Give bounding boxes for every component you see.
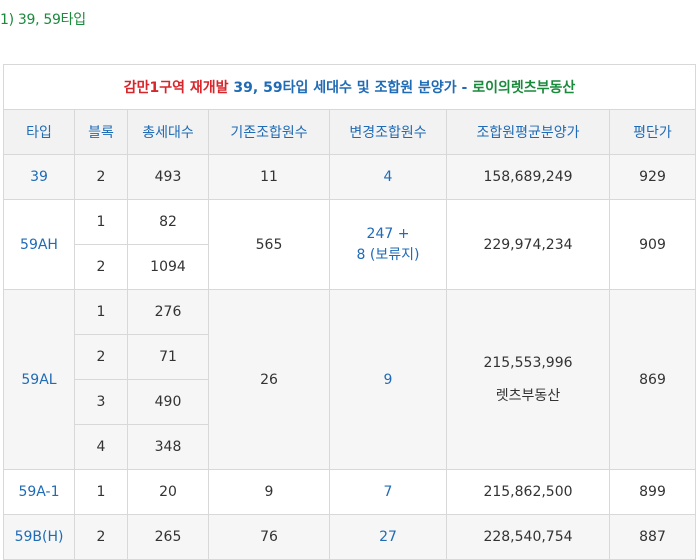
pyeong-price-cell: 869 [609, 289, 696, 470]
header-type: 타입 [3, 109, 75, 155]
block-cell: 2 [74, 154, 128, 200]
block-cell: 2 [74, 334, 128, 380]
orig-members-cell: 565 [208, 199, 330, 290]
changed-members-cell: 9 [329, 289, 447, 470]
type-cell: 59B(H) [3, 514, 75, 560]
pyeong-price-cell: 887 [609, 514, 696, 560]
header-pyeong-price: 평단가 [609, 109, 696, 155]
type-cell: 59AL [3, 289, 75, 470]
orig-members-cell: 76 [208, 514, 330, 560]
type-cell: 39 [3, 154, 75, 200]
block-cell: 1 [74, 199, 128, 245]
type-cell: 59AH [3, 199, 75, 290]
households-cell: 276 [127, 289, 209, 335]
changed-members-line-1: 247 + [366, 225, 410, 242]
header-orig-members: 기존조합원수 [208, 109, 330, 155]
pyeong-price-cell: 899 [609, 469, 696, 515]
households-cell: 348 [127, 424, 209, 470]
orig-members-cell: 26 [208, 289, 330, 470]
households-cell: 82 [127, 199, 209, 245]
price-table: 감만1구역 재개발 39, 59타입 세대수 및 조합원 분양가 - 로이의렛츠… [3, 64, 696, 560]
title-part-2: 39, 59타입 세대수 및 조합원 분양가 - [233, 80, 468, 96]
table-row: 59B(H) 2 265 76 27 228,540,754 887 [3, 514, 696, 560]
changed-members-line-2: 8 (보류지) [356, 246, 420, 263]
block-cell: 3 [74, 379, 128, 425]
type-cell: 59A-1 [3, 469, 75, 515]
avg-price-cell: 215,862,500 [446, 469, 610, 515]
avg-price-cell: 158,689,249 [446, 154, 610, 200]
table-row: 59A-1 1 20 9 7 215,862,500 899 [3, 469, 696, 515]
changed-members-cell: 4 [329, 154, 447, 200]
orig-members-cell: 9 [208, 469, 330, 515]
households-cell: 20 [127, 469, 209, 515]
header-households: 총세대수 [127, 109, 209, 155]
pyeong-price-cell: 909 [609, 199, 696, 290]
block-cell: 1 [74, 289, 128, 335]
households-cell: 490 [127, 379, 209, 425]
avg-price-cell: 229,974,234 [446, 199, 610, 290]
households-cell: 265 [127, 514, 209, 560]
avg-price-cell: 228,540,754 [446, 514, 610, 560]
changed-members-cell: 247 + 8 (보류지) [329, 199, 447, 290]
avg-price-value: 215,553,996 [483, 354, 573, 371]
header-avg-price: 조합원평균분양가 [446, 109, 610, 155]
pyeong-price-cell: 929 [609, 154, 696, 200]
table-title: 감만1구역 재개발 39, 59타입 세대수 및 조합원 분양가 - 로이의렛츠… [3, 64, 696, 110]
households-cell: 1094 [127, 244, 209, 290]
table-row: 59AH 1 82 565 247 + 8 (보류지) 229,974,234 … [3, 199, 696, 290]
households-cell: 71 [127, 334, 209, 380]
block-cell: 1 [74, 469, 128, 515]
orig-members-cell: 11 [208, 154, 330, 200]
changed-members-cell: 27 [329, 514, 447, 560]
avg-price-cell: 215,553,996 렛츠부동산 [446, 289, 610, 470]
households-cell: 493 [127, 154, 209, 200]
changed-members-cell: 7 [329, 469, 447, 515]
block-cell: 2 [74, 514, 128, 560]
watermark-text: 렛츠부동산 [495, 387, 561, 404]
title-part-3: 로이의렛츠부동산 [472, 80, 576, 96]
block-cell: 2 [74, 244, 128, 290]
section-heading: 1) 39, 59타입 [0, 12, 86, 28]
table-row: 59AL 1 276 26 9 215,553,996 렛츠부동산 869 [3, 289, 696, 470]
table-row: 39 2 493 11 4 158,689,249 929 [3, 154, 696, 200]
header-block: 블록 [74, 109, 128, 155]
header-row: 타입 블록 총세대수 기존조합원수 변경조합원수 조합원평균분양가 평단가 [3, 109, 696, 155]
title-part-1: 감만1구역 재개발 [123, 80, 229, 96]
header-changed-members: 변경조합원수 [329, 109, 447, 155]
block-cell: 4 [74, 424, 128, 470]
table-title-row: 감만1구역 재개발 39, 59타입 세대수 및 조합원 분양가 - 로이의렛츠… [3, 64, 696, 110]
